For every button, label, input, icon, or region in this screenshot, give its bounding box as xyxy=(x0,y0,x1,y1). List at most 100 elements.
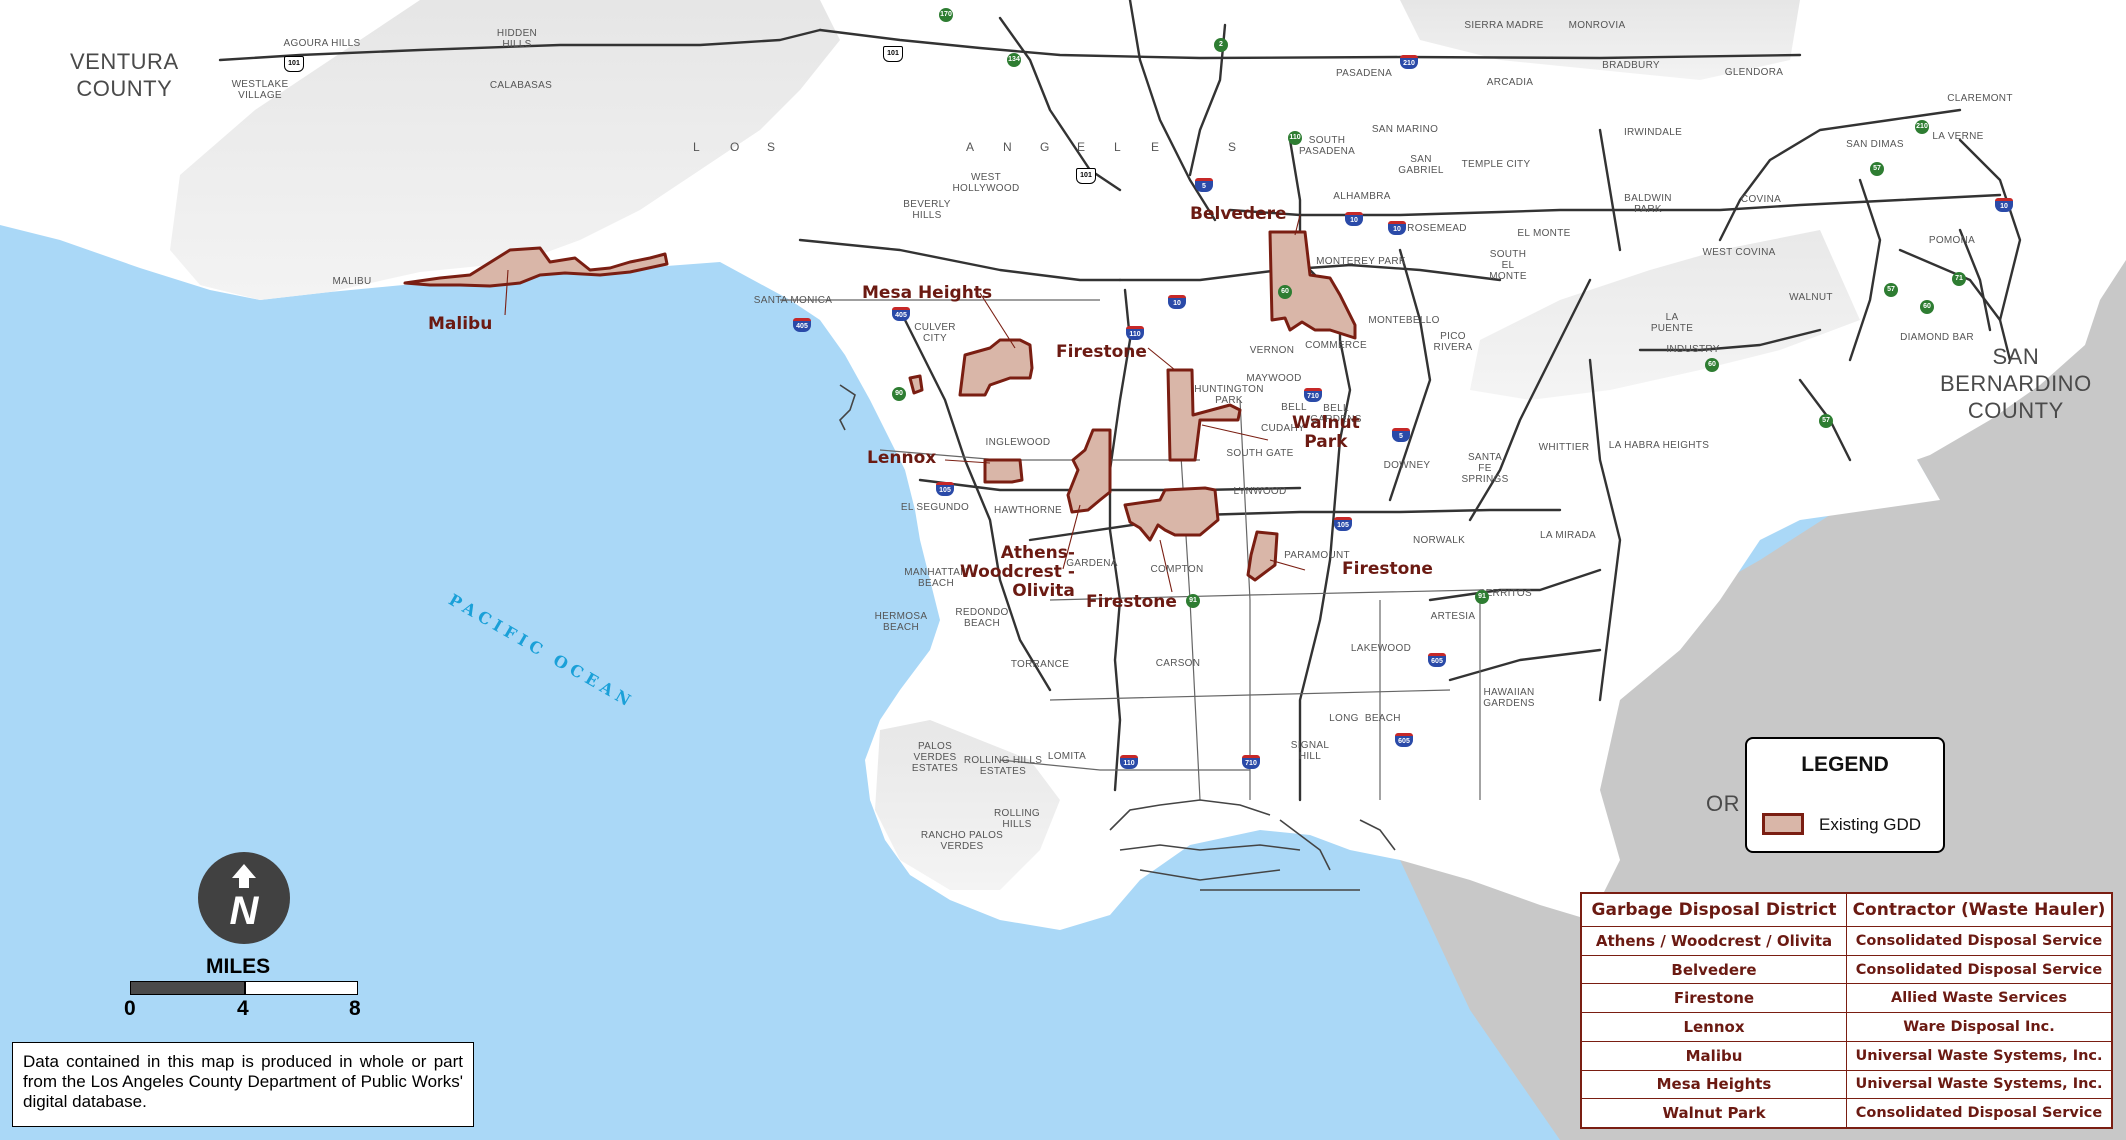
highway-shield-icon: 71 xyxy=(1952,272,1966,286)
highway-shield-icon: 57 xyxy=(1870,162,1884,176)
city-label-west-hollywood: WEST HOLLYWOOD xyxy=(952,172,1020,194)
los-angeles-letter: A xyxy=(966,140,975,154)
los-angeles-letter: N xyxy=(1003,140,1013,154)
table-row: Mesa Heights Universal Waste Systems, Inc… xyxy=(1580,1069,2113,1100)
city-label-bradbury: BRADBURY xyxy=(1602,60,1660,71)
scale-tick-4: 4 xyxy=(237,997,249,1020)
highway-shield-icon: 5 xyxy=(1195,178,1213,192)
gdd-label-lennox: Lennox xyxy=(867,448,937,468)
legend-box: LEGEND Existing GDD xyxy=(1745,737,1945,853)
city-label-paramount: PARAMOUNT xyxy=(1284,550,1350,561)
city-label-whittier: WHITTIER xyxy=(1538,442,1590,453)
city-label-pico-rivera: PICO RIVERA xyxy=(1433,331,1473,353)
highway-shield-icon: 110 xyxy=(1120,755,1138,769)
gdd-lennox xyxy=(983,458,1024,484)
city-label-hawthorne: HAWTHORNE xyxy=(994,505,1062,516)
gdd-label-belvedere: Belvedere xyxy=(1190,204,1287,224)
los-angeles-letter: E xyxy=(1151,140,1160,154)
table-row: Belvedere Consolidated Disposal Service xyxy=(1580,954,2113,985)
highway-shield-icon: 110 xyxy=(1126,326,1144,340)
city-label-monterey-park: MONTEREY PARK xyxy=(1316,256,1406,267)
highway-shield-icon: 91 xyxy=(1186,594,1200,608)
city-label-walnut: WALNUT xyxy=(1789,292,1833,303)
highway-shield-icon: 57 xyxy=(1819,414,1833,428)
table-header-contractor: Contractor (Waste Hauler) xyxy=(1846,892,2113,927)
highway-shield-icon: 405 xyxy=(793,318,811,332)
city-label-palos-verdes-estates: PALOS VERDES ESTATES xyxy=(911,741,959,774)
city-label-culver-city: CULVER CITY xyxy=(914,322,956,344)
district-cell: Belvedere xyxy=(1580,954,1847,985)
highway-shield-icon: 170 xyxy=(939,8,953,22)
city-label-hermosa-beach: HERMOSA BEACH xyxy=(874,611,928,633)
city-label-south-gate: SOUTH GATE xyxy=(1226,448,1294,459)
city-label-westlake-village: WESTLAKE VILLAGE xyxy=(231,79,289,101)
city-label-rosemead: ROSEMEAD xyxy=(1407,223,1467,234)
highway-shield-icon: 60 xyxy=(1705,358,1719,372)
highway-shield-icon: 605 xyxy=(1428,653,1446,667)
city-label-signal-hill: SIGNAL HILL xyxy=(1290,740,1330,762)
scale-title: MILES xyxy=(206,955,271,978)
highway-shield-icon: 105 xyxy=(1334,517,1352,531)
city-label-hawaiian-gardens: HAWAIIAN GARDENS xyxy=(1483,687,1535,709)
highway-shield-icon: 57 xyxy=(1884,283,1898,297)
data-source-note: Data contained in this map is produced i… xyxy=(12,1042,474,1127)
table-row: Malibu Universal Waste Systems, Inc. xyxy=(1580,1040,2113,1071)
city-label-south-pasadena: SOUTH PASADENA xyxy=(1298,135,1356,157)
city-label-vernon: VERNON xyxy=(1249,345,1295,356)
highway-shield-icon: 2 xyxy=(1214,38,1228,52)
city-label-covina: COVINA xyxy=(1740,194,1782,205)
city-label-redondo-beach: REDONDO BEACH xyxy=(955,607,1009,629)
highway-shield-icon: 10 xyxy=(1168,295,1186,309)
contractor-cell: Consolidated Disposal Service xyxy=(1846,954,2113,985)
city-label-arcadia: ARCADIA xyxy=(1486,77,1534,88)
city-label-torrance: TORRANCE xyxy=(1010,659,1070,670)
highway-shield-icon: 60 xyxy=(1278,285,1292,299)
highway-shield-icon: 405 xyxy=(892,307,910,321)
city-label-beverly-hills: BEVERLY HILLS xyxy=(903,199,951,221)
highway-shield-icon: 90 xyxy=(892,387,906,401)
table-header-row: Garbage Disposal District Contractor (Wa… xyxy=(1580,892,2113,927)
city-label-long-beach: LONG BEACH xyxy=(1329,713,1401,724)
los-angeles-letter: S xyxy=(767,140,776,154)
city-label-irwindale: IRWINDALE xyxy=(1623,127,1683,138)
city-label-agoura-hills: AGOURA HILLS xyxy=(283,38,361,49)
highway-shield-icon: 105 xyxy=(936,482,954,496)
los-angeles-letter: S xyxy=(1228,140,1237,154)
city-label-montebello: MONTEBELLO xyxy=(1368,315,1440,326)
city-label-san-marino: SAN MARINO xyxy=(1371,124,1439,135)
highway-shield-icon: 91 xyxy=(1475,590,1489,604)
city-label-santa-fe-springs: SANTA FE SPRINGS xyxy=(1461,452,1509,485)
table-header-district: Garbage Disposal District xyxy=(1580,892,1847,927)
city-label-commerce: COMMERCE xyxy=(1305,340,1367,351)
contractor-cell: Universal Waste Systems, Inc. xyxy=(1846,1040,2113,1071)
gdd-mesa-heights-small xyxy=(908,374,924,395)
city-label-carson: CARSON xyxy=(1155,658,1201,669)
city-label-industry: INDUSTRY xyxy=(1666,344,1720,355)
city-label-inglewood: INGLEWOOD xyxy=(985,437,1051,448)
city-label-rolling-hills: ROLLING HILLS xyxy=(993,808,1041,830)
city-label-bell: BELL xyxy=(1281,402,1307,413)
city-label-artesia: ARTESIA xyxy=(1430,611,1476,622)
city-label-rancho-palos-verdes: RANCHO PALOS VERDES xyxy=(920,830,1004,852)
contractor-cell: Allied Waste Services xyxy=(1846,983,2113,1014)
city-label-sierra-madre: SIERRA MADRE xyxy=(1464,20,1544,31)
table-row: Walnut Park Consolidated Disposal Service xyxy=(1580,1098,2113,1129)
city-label-pasadena: PASADENA xyxy=(1335,68,1393,79)
highway-shield-icon: 10 xyxy=(1345,212,1363,226)
city-label-la-verne: LA VERNE xyxy=(1932,131,1984,142)
city-label-el-segundo: EL SEGUNDO xyxy=(900,502,970,513)
city-label-monrovia: MONROVIA xyxy=(1568,20,1626,31)
city-label-la-mirada: LA MIRADA xyxy=(1539,530,1597,541)
highway-shield-icon: 110 xyxy=(1288,131,1302,145)
city-label-rolling-hills-estates: ROLLING HILLS ESTATES xyxy=(963,755,1043,777)
district-cell: Mesa Heights xyxy=(1580,1069,1847,1100)
legend-swatch-gdd xyxy=(1762,813,1804,835)
city-label-alhambra: ALHAMBRA xyxy=(1333,191,1391,202)
highway-shield-icon: 210 xyxy=(1400,55,1418,69)
city-label-lakewood: LAKEWOOD xyxy=(1350,643,1412,654)
highway-shield-icon: 101 xyxy=(883,46,903,62)
city-label-norwalk: NORWALK xyxy=(1412,535,1466,546)
scale-tick-8: 8 xyxy=(349,997,361,1020)
city-label-hidden-hills: HIDDEN HILLS xyxy=(496,28,538,50)
city-label-san-gabriel: SAN GABRIEL xyxy=(1398,154,1444,176)
